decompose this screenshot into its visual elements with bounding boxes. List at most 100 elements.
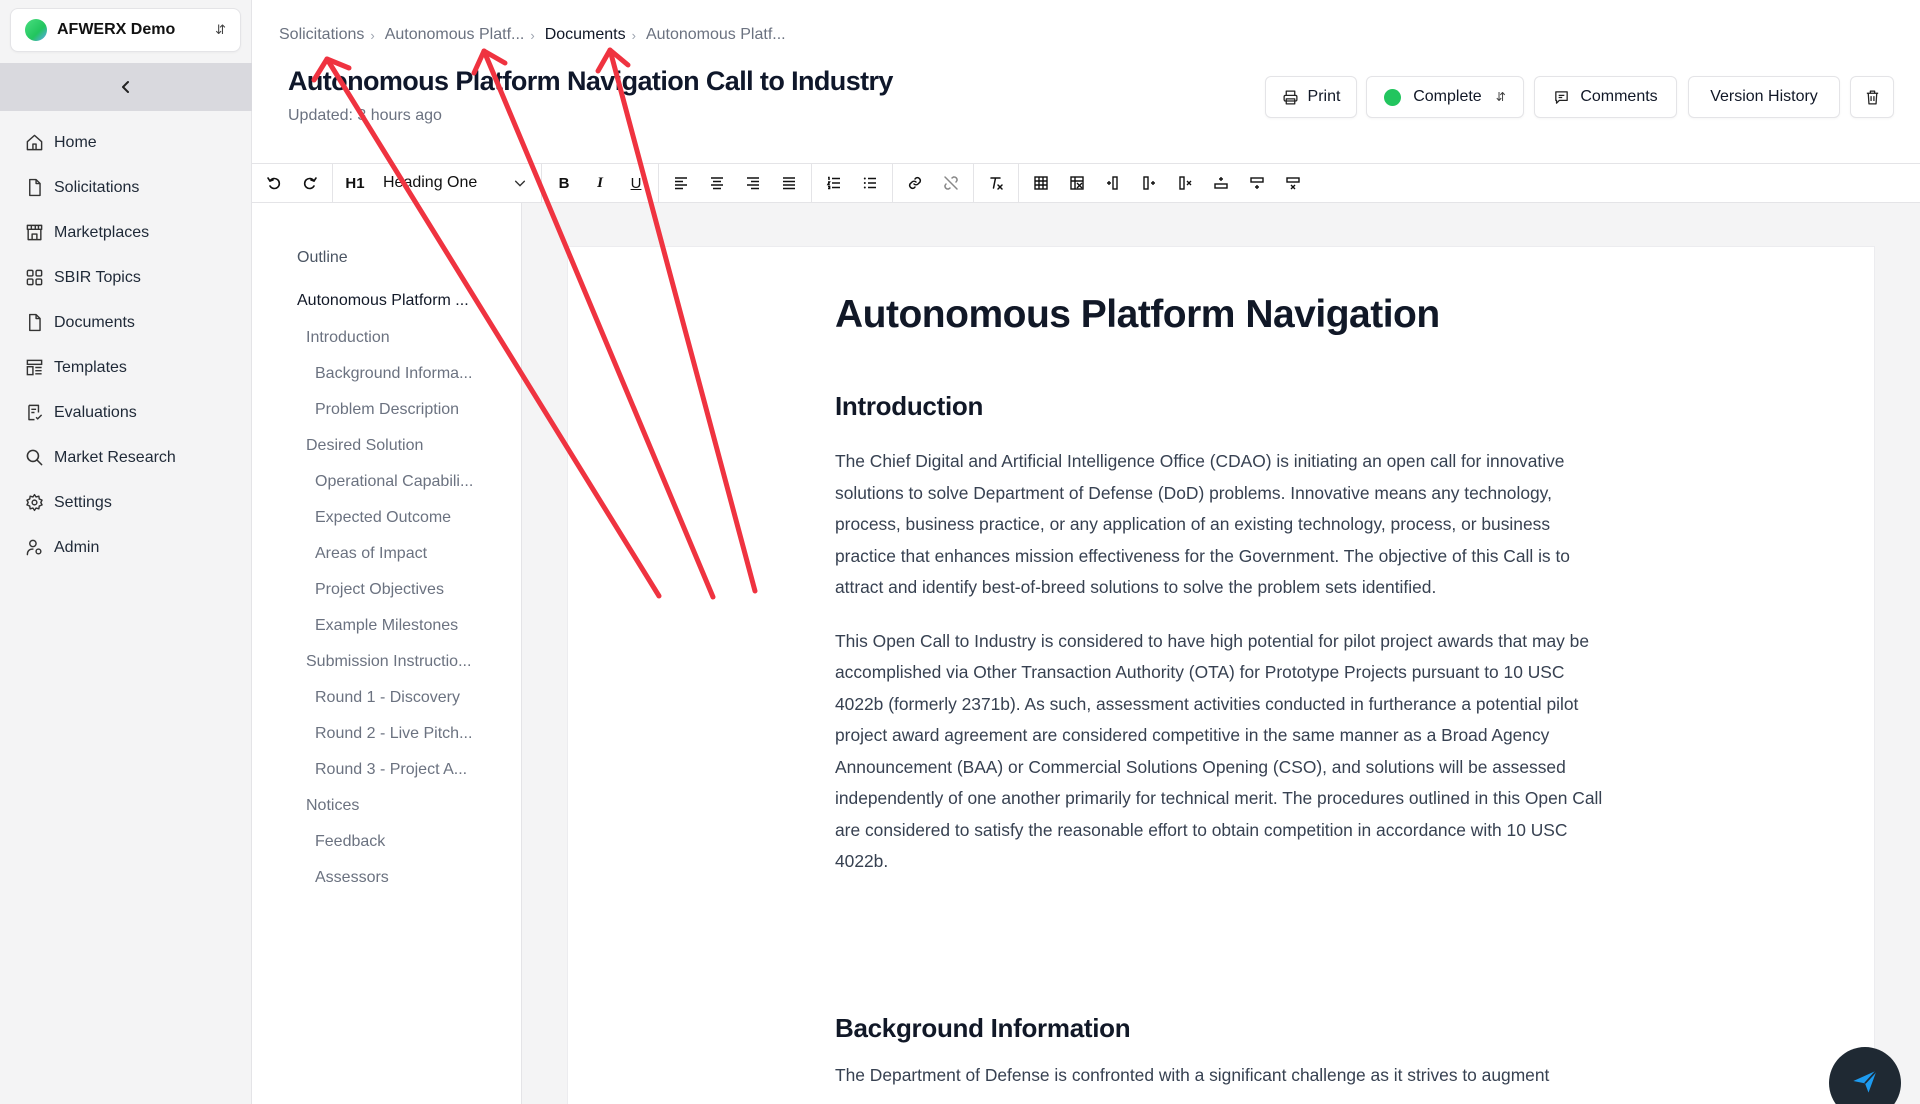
section-heading-background[interactable]: Background Information xyxy=(835,1013,1615,1044)
sidebar-item-label: Marketplaces xyxy=(54,223,150,241)
delete-table-button[interactable] xyxy=(1059,167,1095,199)
outline-item[interactable]: Project Objectives xyxy=(252,572,522,608)
document-heading[interactable]: Autonomous Platform Navigation xyxy=(835,293,1615,337)
sidebar: AFWERX Demo ⇵ Home Solicitations Marketp… xyxy=(0,0,252,1104)
outline-item[interactable]: Background Informa... xyxy=(252,356,522,392)
section-heading-introduction[interactable]: Introduction xyxy=(835,391,1615,422)
sidebar-item-solicitations[interactable]: Solicitations xyxy=(0,165,252,210)
bullet-list-button[interactable] xyxy=(852,167,888,199)
status-label: Complete xyxy=(1413,88,1482,105)
sidebar-item-home[interactable]: Home xyxy=(0,120,252,165)
align-center-button[interactable] xyxy=(699,167,735,199)
row-insert-below-icon xyxy=(1250,177,1264,189)
outline-list: Autonomous Platform ... Introduction Bac… xyxy=(252,282,522,896)
sidebar-item-market-research[interactable]: Market Research xyxy=(0,435,252,480)
bold-icon: B xyxy=(558,174,570,192)
undo-icon xyxy=(267,177,281,190)
breadcrumb-solicitation[interactable]: Autonomous Platf... xyxy=(385,26,525,44)
status-select[interactable]: Complete ⇵ xyxy=(1366,76,1524,118)
outline-item[interactable]: Notices xyxy=(252,788,522,824)
outline-item[interactable]: Round 3 - Project A... xyxy=(252,752,522,788)
clear-format-icon xyxy=(990,177,1003,190)
align-left-button[interactable] xyxy=(663,167,699,199)
outline-item[interactable]: Desired Solution xyxy=(252,428,522,464)
sidebar-item-settings[interactable]: Settings xyxy=(0,480,252,525)
align-right-button[interactable] xyxy=(735,167,771,199)
add-column-before-button[interactable] xyxy=(1095,167,1131,199)
bold-button[interactable]: B xyxy=(546,167,582,199)
column-delete-icon xyxy=(1179,176,1192,190)
comments-button[interactable]: Comments xyxy=(1534,76,1677,118)
comments-label: Comments xyxy=(1580,88,1658,105)
breadcrumb-solicitations[interactable]: Solicitations xyxy=(279,26,364,44)
outline-item[interactable]: Round 1 - Discovery xyxy=(252,680,522,716)
insert-table-button[interactable] xyxy=(1023,167,1059,199)
paragraph[interactable]: This Open Call to Industry is considered… xyxy=(835,626,1615,878)
outline-item[interactable]: Introduction xyxy=(252,320,522,356)
delete-row-button[interactable] xyxy=(1275,167,1311,199)
redo-button[interactable] xyxy=(292,167,328,199)
sidebar-item-templates[interactable]: Templates xyxy=(0,345,252,390)
underline-button[interactable]: U xyxy=(618,167,654,199)
link-icon xyxy=(908,176,922,190)
print-button[interactable]: Print xyxy=(1265,76,1357,118)
add-row-after-button[interactable] xyxy=(1239,167,1275,199)
outline-item[interactable]: Autonomous Platform ... xyxy=(252,282,522,320)
outline-item[interactable]: Areas of Impact xyxy=(252,536,522,572)
grid-icon xyxy=(24,268,44,288)
sidebar-item-documents[interactable]: Documents xyxy=(0,300,252,345)
add-column-after-button[interactable] xyxy=(1131,167,1167,199)
search-icon xyxy=(24,448,44,468)
align-left-icon xyxy=(675,177,687,190)
align-group xyxy=(659,164,812,202)
outline-item[interactable]: Feedback xyxy=(252,824,522,860)
align-justify-icon xyxy=(783,177,795,190)
delete-column-button[interactable] xyxy=(1167,167,1203,199)
chevron-up-down-icon: ⇵ xyxy=(215,22,226,37)
column-insert-right-icon xyxy=(1143,176,1155,190)
delete-button[interactable] xyxy=(1850,76,1894,118)
sidebar-item-label: Market Research xyxy=(54,448,176,466)
link-group xyxy=(893,164,974,202)
workspace-switcher[interactable]: AFWERX Demo ⇵ xyxy=(10,8,241,52)
unlink-icon xyxy=(944,176,958,190)
outline-item[interactable]: Expected Outcome xyxy=(252,500,522,536)
align-center-icon xyxy=(711,177,723,190)
file-icon xyxy=(24,313,44,333)
send-icon xyxy=(1853,1069,1878,1093)
sidebar-item-admin[interactable]: Admin xyxy=(0,525,252,570)
block-style-select[interactable]: Heading One xyxy=(373,167,537,199)
sidebar-item-label: Evaluations xyxy=(54,403,137,421)
chevron-right-icon: › xyxy=(631,27,636,43)
chevron-left-icon xyxy=(122,81,129,93)
sidebar-item-marketplaces[interactable]: Marketplaces xyxy=(0,210,252,255)
sidebar-item-sbir-topics[interactable]: SBIR Topics xyxy=(0,255,252,300)
ordered-list-button[interactable] xyxy=(816,167,852,199)
outline-item[interactable]: Example Milestones xyxy=(252,608,522,644)
undo-button[interactable] xyxy=(256,167,292,199)
paragraph[interactable]: The Chief Digital and Artificial Intelli… xyxy=(835,446,1615,604)
row-insert-above-icon xyxy=(1214,177,1228,189)
clear-format-button[interactable] xyxy=(978,167,1014,199)
outline-item[interactable]: Round 2 - Live Pitch... xyxy=(252,716,522,752)
italic-button[interactable]: I xyxy=(582,167,618,199)
file-icon xyxy=(24,178,44,198)
ordered-list-icon xyxy=(826,176,840,190)
add-row-before-button[interactable] xyxy=(1203,167,1239,199)
comment-icon xyxy=(1555,90,1569,104)
format-group: B I U xyxy=(542,164,659,202)
version-history-button[interactable]: Version History xyxy=(1688,76,1840,118)
breadcrumb-documents[interactable]: Documents xyxy=(545,26,626,44)
sidebar-item-evaluations[interactable]: Evaluations xyxy=(0,390,252,435)
collapse-sidebar-button[interactable] xyxy=(0,63,252,111)
sidebar-item-label: Documents xyxy=(54,313,135,331)
paragraph[interactable]: The Department of Defense is confronted … xyxy=(835,1060,1615,1092)
outline-item[interactable]: Problem Description xyxy=(252,392,522,428)
document-page[interactable]: Autonomous Platform Navigation Introduct… xyxy=(568,247,1874,1104)
outline-item[interactable]: Assessors xyxy=(252,860,522,896)
unlink-button[interactable] xyxy=(933,167,969,199)
outline-item[interactable]: Submission Instructio... xyxy=(252,644,522,680)
outline-item[interactable]: Operational Capabili... xyxy=(252,464,522,500)
align-justify-button[interactable] xyxy=(771,167,807,199)
link-button[interactable] xyxy=(897,167,933,199)
